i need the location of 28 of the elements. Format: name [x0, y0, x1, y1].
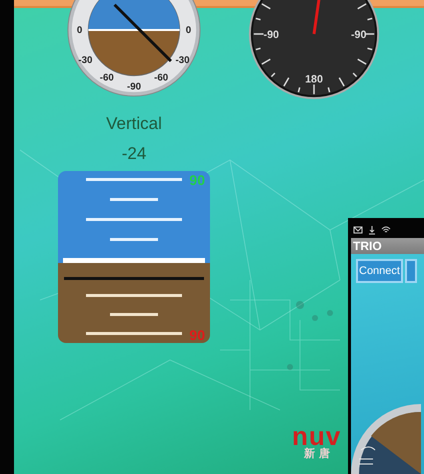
scale-label: 0 [76, 24, 82, 36]
scale-label: -90 [126, 81, 142, 92]
connect-button[interactable]: Connect [356, 259, 403, 283]
axis-label: Vertical [106, 114, 162, 134]
scale-label: -30 [176, 55, 190, 66]
gauge-needle [312, 0, 322, 34]
mail-icon [353, 225, 363, 235]
scale-label: 180 [305, 74, 323, 86]
gauge-needle [114, 4, 172, 62]
download-icon [367, 225, 377, 235]
cut-off-button[interactable] [404, 259, 417, 283]
axis-value: -24 [122, 144, 146, 164]
pitch-line [110, 313, 158, 316]
pitch-line [110, 238, 158, 241]
logo-chinese: 新唐 [304, 448, 334, 461]
scale-label: -90 [264, 28, 279, 41]
pitch-line [110, 198, 158, 201]
scale-label: -60 [154, 72, 168, 84]
app-title: TRIO [351, 238, 424, 254]
scale-label: -60 [100, 72, 114, 84]
scale-label: 0 [186, 24, 192, 36]
pitch-label: 90 [189, 172, 205, 188]
logo-wordmark: nuv [292, 424, 342, 448]
dial-gauge [351, 404, 421, 474]
scale-label: -90 [350, 28, 366, 41]
wifi-icon [381, 225, 391, 235]
pitch-label: 90 [189, 327, 205, 343]
scale-label: -30 [78, 55, 92, 66]
